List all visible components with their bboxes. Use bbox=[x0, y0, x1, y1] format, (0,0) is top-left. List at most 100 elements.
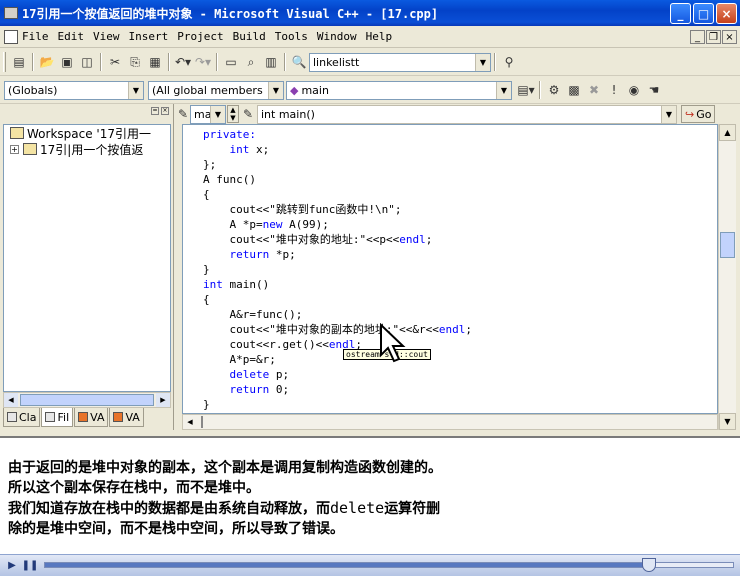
toolbar-grip[interactable] bbox=[3, 52, 6, 72]
mdi-restore-button[interactable]: ❐ bbox=[706, 30, 721, 44]
menu-tools[interactable]: Tools bbox=[275, 30, 308, 43]
expand-icon[interactable]: + bbox=[10, 144, 19, 154]
function-combo[interactable]: ◆ main ▼ bbox=[286, 80, 512, 100]
panel-close-icon[interactable]: × bbox=[161, 107, 169, 115]
menu-edit[interactable]: Edit bbox=[58, 30, 85, 43]
breakpoint-icon[interactable]: ◉ bbox=[624, 80, 644, 100]
code-line[interactable]: cout<<"堆中对象的副本的地址:"<<&r<<endl; bbox=[203, 322, 472, 337]
code-line[interactable]: }; bbox=[203, 157, 472, 172]
scroll-right-icon[interactable]: ▶ bbox=[156, 393, 170, 407]
chevron-down-icon[interactable]: ▼ bbox=[475, 53, 490, 71]
find-in-files-icon[interactable]: ⌕ bbox=[241, 52, 261, 72]
chevron-down-icon[interactable]: ▼ bbox=[496, 81, 511, 99]
tab-va-view[interactable]: VA bbox=[109, 408, 144, 427]
search-binoculars-icon[interactable]: ⚲ bbox=[499, 52, 519, 72]
scroll-up-icon[interactable]: ▲ bbox=[719, 124, 736, 141]
find-combo-value: linkelistt bbox=[313, 55, 360, 69]
code-line[interactable]: { bbox=[203, 292, 472, 307]
tab-va-outline[interactable]: VA bbox=[74, 408, 109, 427]
cut-icon[interactable]: ✂ bbox=[105, 52, 125, 72]
chevron-down-icon[interactable]: ▼ bbox=[661, 105, 676, 123]
undo-icon[interactable]: ↶▾ bbox=[173, 52, 193, 72]
code-line[interactable]: A func() bbox=[203, 172, 472, 187]
code-line[interactable]: int x; bbox=[203, 142, 472, 157]
execute-icon[interactable]: ! bbox=[604, 80, 624, 100]
scroll-left-icon[interactable]: ◀ bbox=[4, 393, 18, 407]
code-line[interactable]: } bbox=[203, 397, 472, 412]
split-handle[interactable] bbox=[201, 416, 203, 428]
save-all-icon[interactable]: ◫ bbox=[77, 52, 97, 72]
workspace-root-row[interactable]: Workspace '17引用一 bbox=[4, 125, 170, 141]
menu-insert[interactable]: Insert bbox=[129, 30, 169, 43]
find-icon[interactable]: 🔍 bbox=[289, 52, 309, 72]
menu-build[interactable]: Build bbox=[233, 30, 266, 43]
code-line[interactable]: A&r=func(); bbox=[203, 307, 472, 322]
scope-combo[interactable]: mai ▼ bbox=[190, 104, 226, 124]
progress-knob[interactable] bbox=[642, 558, 657, 572]
play-icon[interactable]: ▶ bbox=[4, 559, 20, 573]
tab-fileview[interactable]: Fil bbox=[41, 408, 74, 427]
code-line[interactable]: } bbox=[203, 262, 472, 277]
code-line[interactable]: A*p=&r; bbox=[203, 352, 472, 367]
code-line[interactable]: A *p=new A(99); bbox=[203, 217, 472, 232]
copy-icon[interactable]: ⎘ bbox=[125, 52, 145, 72]
progress-track[interactable] bbox=[44, 558, 734, 572]
code-line[interactable]: return *p; bbox=[203, 247, 472, 262]
code-line[interactable]: delete p; bbox=[203, 367, 472, 382]
stop-build-icon[interactable]: ✖ bbox=[584, 80, 604, 100]
menu-window[interactable]: Window bbox=[317, 30, 357, 43]
output-window-icon[interactable]: ▥ bbox=[261, 52, 281, 72]
hand-icon[interactable]: ☚ bbox=[644, 80, 664, 100]
members-combo[interactable]: (All global members ▼ bbox=[148, 80, 284, 100]
code-token: endl bbox=[438, 323, 466, 336]
compile-icon[interactable]: ⚙ bbox=[544, 80, 564, 100]
code-line[interactable]: int main() bbox=[203, 277, 472, 292]
mdi-close-button[interactable]: × bbox=[722, 30, 737, 44]
menu-file[interactable]: File bbox=[22, 30, 49, 43]
menu-help[interactable]: Help bbox=[366, 30, 393, 43]
workspace-hscrollbar[interactable]: ◀ ▶ bbox=[3, 392, 171, 408]
context-combo[interactable]: int main() ▼ bbox=[257, 104, 677, 124]
editor-gutter[interactable] bbox=[183, 125, 199, 413]
wizard-action-icon[interactable]: ▤▾ bbox=[516, 80, 536, 100]
code-line[interactable]: { bbox=[203, 187, 472, 202]
scroll-left-icon[interactable]: ◀ bbox=[183, 415, 197, 429]
close-button[interactable]: × bbox=[716, 3, 737, 24]
workspace-icon[interactable]: ▤ bbox=[9, 52, 29, 72]
paste-icon[interactable]: ▦ bbox=[145, 52, 165, 72]
editor-vscrollbar[interactable]: ▲ ▼ bbox=[718, 124, 736, 430]
scroll-down-icon[interactable]: ▼ bbox=[719, 413, 736, 430]
code-token: return bbox=[229, 383, 270, 396]
window-list-icon[interactable]: ▭ bbox=[221, 52, 241, 72]
find-combo[interactable]: linkelistt ▼ bbox=[309, 52, 491, 72]
project-row[interactable]: + 17引|用一个按值返 bbox=[4, 141, 170, 157]
editor-hscrollbar[interactable]: ◀ bbox=[182, 414, 718, 430]
tab-classview[interactable]: Cla bbox=[3, 408, 41, 427]
save-icon[interactable]: ▣ bbox=[57, 52, 77, 72]
maximize-button[interactable]: □ bbox=[693, 3, 714, 24]
panel-grip-icon[interactable]: = bbox=[151, 107, 159, 115]
menu-project[interactable]: Project bbox=[177, 30, 223, 43]
mdi-minimize-button[interactable]: _ bbox=[690, 30, 705, 44]
redo-icon[interactable]: ↷▾ bbox=[193, 52, 213, 72]
menu-view[interactable]: View bbox=[93, 30, 120, 43]
code-editor[interactable]: private: int x;}; A func() { cout<<"跳转到fun… bbox=[182, 124, 718, 414]
scroll-thumb[interactable] bbox=[720, 232, 735, 258]
chevron-down-icon[interactable]: ▼ bbox=[210, 105, 225, 123]
code-line[interactable]: cout<<"堆中对象的地址:"<<p<<endl; bbox=[203, 232, 472, 247]
chevron-down-icon[interactable]: ▼ bbox=[268, 81, 283, 99]
class-combo[interactable]: (Globals) ▼ bbox=[4, 80, 144, 100]
code-line[interactable]: cout<<"跳转到func函数中!\n"; bbox=[203, 202, 472, 217]
build-icon[interactable]: ▩ bbox=[564, 80, 584, 100]
code-line[interactable]: cout<<r.get()<<endl; bbox=[203, 337, 472, 352]
code-text[interactable]: private: int x;}; A func() { cout<<"跳转到fun… bbox=[203, 127, 472, 412]
open-folder-icon[interactable]: 📂 bbox=[37, 52, 57, 72]
go-button[interactable]: ↪ Go bbox=[681, 105, 716, 123]
pause-icon[interactable]: ❚❚ bbox=[22, 559, 39, 573]
minimize-button[interactable]: _ bbox=[670, 3, 691, 24]
scroll-thumb[interactable] bbox=[20, 394, 154, 406]
spin-icon[interactable]: ▲ ▼ bbox=[227, 105, 239, 123]
code-line[interactable]: private: bbox=[203, 127, 472, 142]
chevron-down-icon[interactable]: ▼ bbox=[128, 81, 143, 99]
code-line[interactable]: return 0; bbox=[203, 382, 472, 397]
